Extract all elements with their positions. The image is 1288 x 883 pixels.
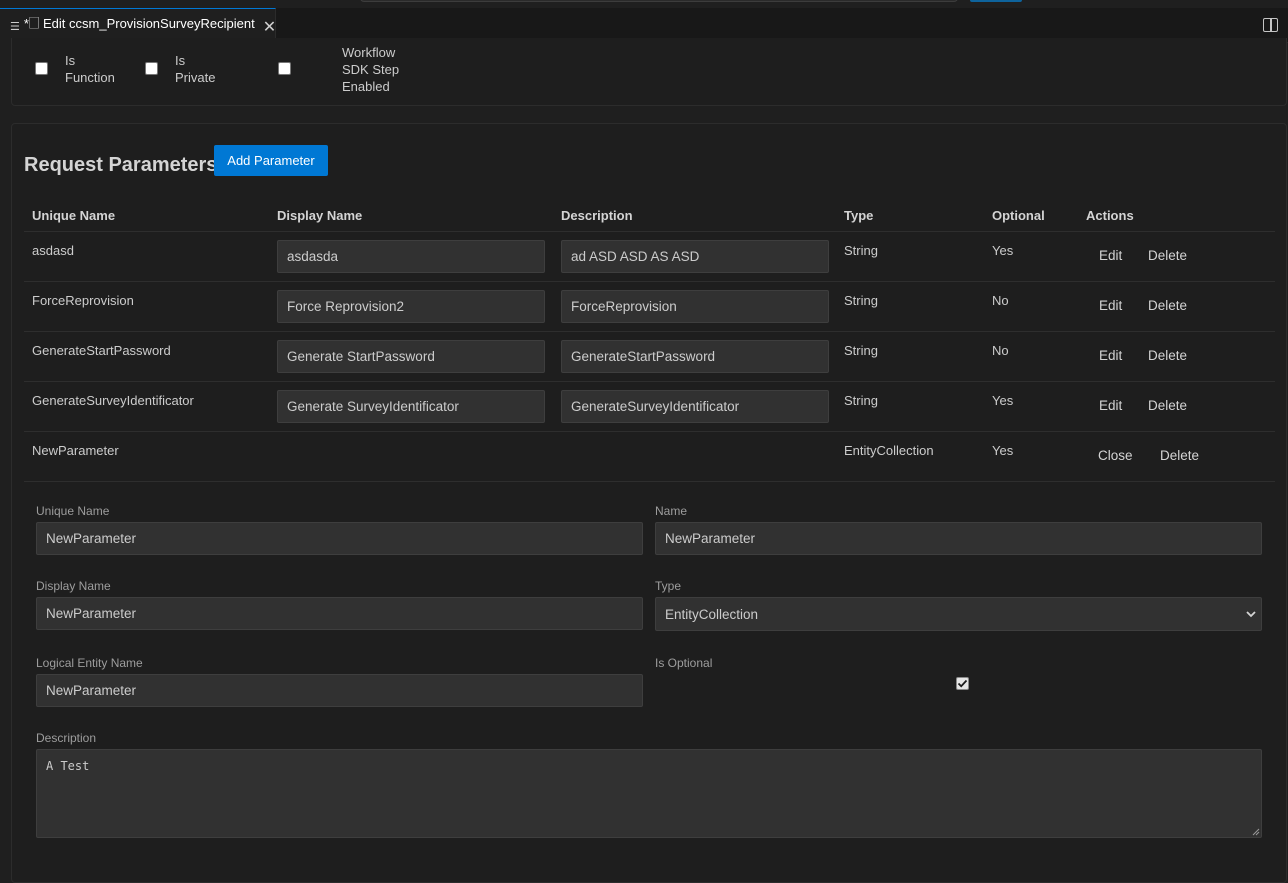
add-parameter-button[interactable]: Add Parameter (214, 145, 328, 176)
unique-name-label: Unique Name (36, 504, 110, 518)
edit-button[interactable]: Edit (1099, 398, 1122, 413)
list-icon: ☰ (10, 19, 20, 33)
chevron-down-icon (1246, 611, 1256, 618)
top-accent-button[interactable] (970, 0, 1022, 2)
col-optional: Optional (992, 208, 1045, 223)
type-select-value: EntityCollection (665, 606, 759, 622)
table-row: asdasd asdasda ad ASD ASD AS ASD String … (24, 232, 1275, 282)
is-private-checkbox[interactable] (145, 62, 158, 75)
delete-button[interactable]: Delete (1148, 348, 1187, 363)
workflow-sdk-step-label: Workflow SDK Step Enabled (342, 45, 400, 94)
unique-name-input[interactable]: NewParameter (36, 522, 643, 555)
top-strip (0, 0, 1288, 8)
workflow-sdk-step-checkbox[interactable] (278, 62, 291, 75)
is-function-label: Is Function (65, 53, 115, 85)
delete-button[interactable]: Delete (1160, 448, 1199, 463)
display-name-input[interactable]: Generate SurveyIdentificator (277, 390, 545, 423)
name-input[interactable]: NewParameter (655, 522, 1262, 555)
resize-grip-icon[interactable] (1250, 826, 1260, 836)
row-optional: Yes (992, 393, 1014, 408)
section-title: Request Parameters (24, 154, 218, 176)
row-unique-name: GenerateStartPassword (32, 343, 171, 358)
name-label: Name (655, 504, 688, 518)
description-text: A Test (46, 759, 90, 773)
check-icon (957, 679, 968, 688)
description-input[interactable]: ForceReprovision (561, 290, 829, 323)
display-name-input[interactable]: Generate StartPassword (277, 340, 545, 373)
row-unique-name: GenerateSurveyIdentificator (32, 393, 194, 408)
edit-button[interactable]: Edit (1099, 248, 1122, 263)
delete-button[interactable]: Delete (1148, 248, 1187, 263)
edit-button[interactable]: Edit (1099, 298, 1122, 313)
edit-button[interactable]: Edit (1099, 348, 1122, 363)
type-label: Type (655, 579, 682, 593)
close-icon[interactable]: ✕ (263, 17, 276, 36)
row-type: String (844, 393, 878, 408)
display-name-input[interactable]: asdasda (277, 240, 545, 273)
logical-entity-name-input[interactable]: NewParameter (36, 674, 643, 707)
table-row: GenerateStartPassword Generate StartPass… (24, 332, 1275, 382)
is-function-checkbox[interactable] (35, 62, 48, 75)
display-name-field[interactable]: NewParameter (36, 597, 643, 630)
col-unique-name: Unique Name (32, 208, 116, 223)
type-select[interactable]: EntityCollection (655, 597, 1262, 631)
close-button[interactable]: Close (1098, 448, 1133, 463)
tab-title: *🗌 Edit ccsm_ProvisionSurveyRecipient (23, 16, 255, 31)
split-editor-icon[interactable] (1263, 18, 1278, 32)
display-name-label: Display Name (36, 579, 111, 593)
command-center-input[interactable] (360, 0, 958, 2)
description-label: Description (36, 731, 97, 745)
delete-button[interactable]: Delete (1148, 298, 1187, 313)
row-type: String (844, 293, 878, 308)
row-optional: Yes (992, 443, 1014, 458)
row-type: String (844, 243, 878, 258)
description-textarea[interactable]: A Test (36, 749, 1262, 838)
delete-button[interactable]: Delete (1148, 398, 1187, 413)
col-description: Description (561, 208, 633, 223)
col-type: Type (844, 208, 874, 223)
row-unique-name: ForceReprovision (32, 293, 134, 308)
row-optional: No (992, 293, 1009, 308)
is-optional-label: Is Optional (655, 656, 713, 670)
col-actions: Actions (1086, 208, 1134, 223)
description-input[interactable]: GenerateStartPassword (561, 340, 829, 373)
col-display-name: Display Name (277, 208, 363, 223)
row-unique-name: NewParameter (32, 443, 119, 458)
row-type: EntityCollection (844, 443, 934, 458)
row-optional: No (992, 343, 1009, 358)
row-unique-name: asdasd (32, 243, 74, 258)
description-input[interactable]: ad ASD ASD AS ASD (561, 240, 829, 273)
table-row-new: NewParameter EntityCollection Yes Close … (24, 432, 1275, 482)
logical-entity-name-label: Logical Entity Name (36, 656, 143, 670)
is-optional-checkbox[interactable] (956, 677, 969, 690)
row-type: String (844, 343, 878, 358)
display-name-input[interactable]: Force Reprovision2 (277, 290, 545, 323)
table-row: GenerateSurveyIdentificator Generate Sur… (24, 382, 1275, 432)
table-header: Unique Name Display Name Description Typ… (24, 200, 1275, 232)
row-optional: Yes (992, 243, 1014, 258)
is-private-label: Is Private (175, 53, 216, 85)
description-input[interactable]: GenerateSurveyIdentificator (561, 390, 829, 423)
table-row: ForceReprovision Force Reprovision2 Forc… (24, 282, 1275, 332)
